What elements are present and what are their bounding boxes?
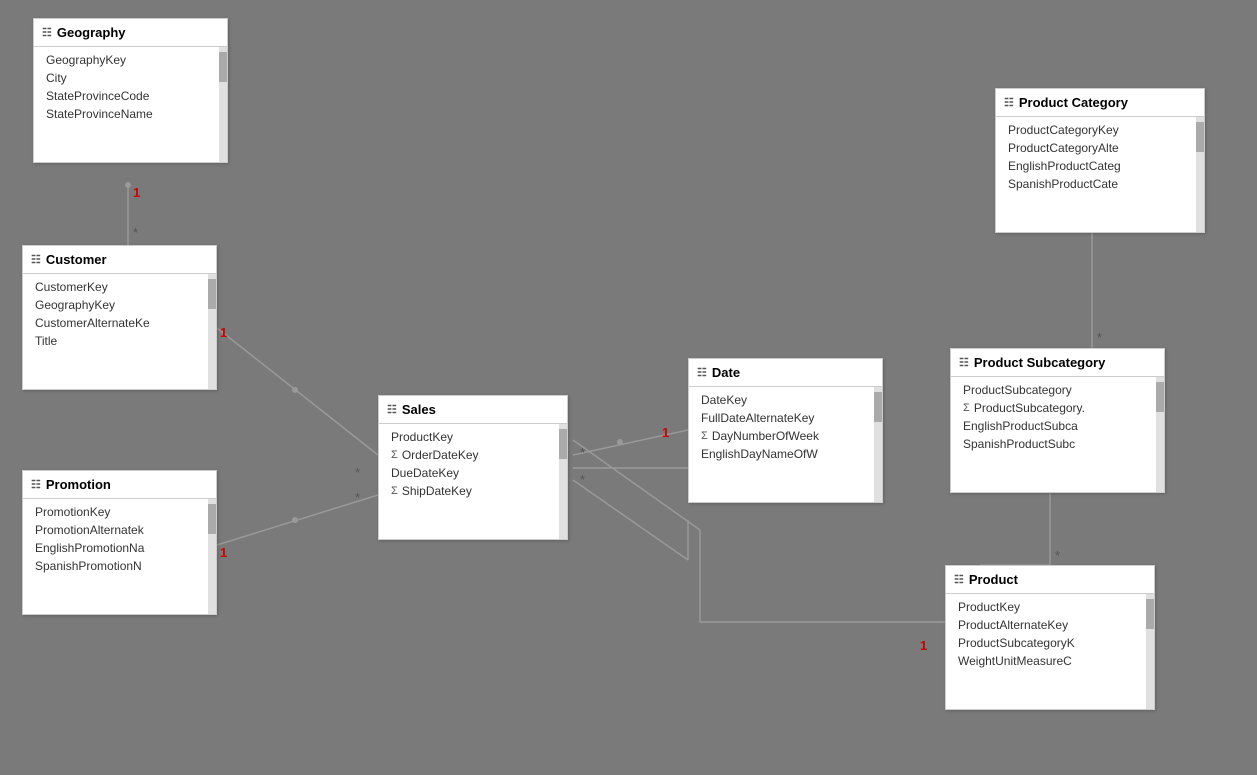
product-header: ☷ Product xyxy=(946,566,1154,594)
sales-scrollbar[interactable] xyxy=(559,424,567,539)
table-row: ΣProductSubcategory. xyxy=(951,399,1164,417)
cardinality-cust-sales-star: * xyxy=(355,465,360,480)
customer-table: ☷ Customer CustomerKey GeographyKey Cust… xyxy=(22,245,217,390)
geography-header: ☷ Geography xyxy=(34,19,227,47)
product-scrollbar[interactable] xyxy=(1146,594,1154,709)
cardinality-promo-sales-star: * xyxy=(355,490,360,505)
product-subcategory-icon: ☷ xyxy=(959,356,969,369)
product-subcategory-body: ProductSubcategory ΣProductSubcategory. … xyxy=(951,377,1164,492)
cardinality-prod-sales-1: 1 xyxy=(920,638,927,653)
table-row: SpanishPromotionN xyxy=(23,557,216,575)
table-row: PromotionAlternatek xyxy=(23,521,216,539)
sales-table: ☷ Sales ProductKey ΣOrderDateKey DueDate… xyxy=(378,395,568,540)
table-row: EnglishProductSubca xyxy=(951,417,1164,435)
table-row: StateProvinceName xyxy=(34,105,227,123)
table-row: CustomerAlternateKe xyxy=(23,314,216,332)
geography-title: Geography xyxy=(57,25,126,40)
table-row: SpanishProductSubc xyxy=(951,435,1164,453)
customer-header: ☷ Customer xyxy=(23,246,216,274)
geography-table: ☷ Geography GeographyKey City StateProvi… xyxy=(33,18,228,163)
customer-title: Customer xyxy=(46,252,107,267)
table-row: PromotionKey xyxy=(23,503,216,521)
table-row: EnglishDayNameOfW xyxy=(689,445,882,463)
sales-body: ProductKey ΣOrderDateKey DueDateKey ΣShi… xyxy=(379,424,567,539)
customer-body: CustomerKey GeographyKey CustomerAlterna… xyxy=(23,274,216,389)
date-table: ☷ Date DateKey FullDateAlternateKey ΣDay… xyxy=(688,358,883,503)
table-row: ΣShipDateKey xyxy=(379,482,567,500)
promotion-table-icon: ☷ xyxy=(31,478,41,491)
date-scrollbar[interactable] xyxy=(874,387,882,502)
product-category-table: ☷ Product Category ProductCategoryKey Pr… xyxy=(995,88,1205,233)
product-category-icon: ☷ xyxy=(1004,96,1014,109)
date-header: ☷ Date xyxy=(689,359,882,387)
table-row: GeographyKey xyxy=(23,296,216,314)
table-row: CustomerKey xyxy=(23,278,216,296)
cardinality-geo-customer-1: 1 xyxy=(133,185,140,200)
product-subcategory-table: ☷ Product Subcategory ProductSubcategory… xyxy=(950,348,1165,493)
table-row: WeightUnitMeasureC xyxy=(946,652,1154,670)
table-row: ΣDayNumberOfWeek xyxy=(689,427,882,445)
product-subcategory-scrollbar[interactable] xyxy=(1156,377,1164,492)
table-row: ProductCategoryAlte xyxy=(996,139,1204,157)
date-title: Date xyxy=(712,365,740,380)
table-row: ProductSubcategory xyxy=(951,381,1164,399)
table-row: City xyxy=(34,69,227,87)
product-table: ☷ Product ProductKey ProductAlternateKey… xyxy=(945,565,1155,710)
cardinality-sales-date-1: 1 xyxy=(662,425,669,440)
table-row: EnglishPromotionNa xyxy=(23,539,216,557)
cardinality-prodcat-subcat-star: * xyxy=(1097,330,1102,345)
cardinality-sales-date-star: * xyxy=(580,445,585,460)
cardinality-sales-date2-star: * xyxy=(580,472,585,487)
table-row: ProductKey xyxy=(379,428,567,446)
table-row: DueDateKey xyxy=(379,464,567,482)
date-body: DateKey FullDateAlternateKey ΣDayNumberO… xyxy=(689,387,882,502)
cardinality-subcat-prod-star: * xyxy=(1055,548,1060,563)
table-row: ProductAlternateKey xyxy=(946,616,1154,634)
product-category-scrollbar[interactable] xyxy=(1196,117,1204,232)
customer-scrollbar[interactable] xyxy=(208,274,216,389)
geography-scrollbar[interactable] xyxy=(219,47,227,162)
product-subcategory-title: Product Subcategory xyxy=(974,355,1105,370)
product-body: ProductKey ProductAlternateKey ProductSu… xyxy=(946,594,1154,709)
geography-body: GeographyKey City StateProvinceCode Stat… xyxy=(34,47,227,162)
table-row: ProductSubcategoryK xyxy=(946,634,1154,652)
product-table-icon: ☷ xyxy=(954,573,964,586)
geography-table-icon: ☷ xyxy=(42,26,52,39)
cardinality-geo-customer-star: * xyxy=(133,225,138,240)
product-category-header: ☷ Product Category xyxy=(996,89,1204,117)
customer-table-icon: ☷ xyxy=(31,253,41,266)
table-row: GeographyKey xyxy=(34,51,227,69)
table-row: StateProvinceCode xyxy=(34,87,227,105)
promotion-body: PromotionKey PromotionAlternatek English… xyxy=(23,499,216,614)
table-row: ΣOrderDateKey xyxy=(379,446,567,464)
sales-table-icon: ☷ xyxy=(387,403,397,416)
sales-header: ☷ Sales xyxy=(379,396,567,424)
promotion-table: ☷ Promotion PromotionKey PromotionAltern… xyxy=(22,470,217,615)
promotion-title: Promotion xyxy=(46,477,111,492)
table-row: DateKey xyxy=(689,391,882,409)
promotion-header: ☷ Promotion xyxy=(23,471,216,499)
product-title: Product xyxy=(969,572,1018,587)
product-category-title: Product Category xyxy=(1019,95,1128,110)
table-row: EnglishProductCateg xyxy=(996,157,1204,175)
cardinality-promo-sales-1: 1 xyxy=(220,545,227,560)
table-row: ProductCategoryKey xyxy=(996,121,1204,139)
table-row: SpanishProductCate xyxy=(996,175,1204,193)
sales-title: Sales xyxy=(402,402,436,417)
product-category-body: ProductCategoryKey ProductCategoryAlte E… xyxy=(996,117,1204,232)
table-row: FullDateAlternateKey xyxy=(689,409,882,427)
product-subcategory-header: ☷ Product Subcategory xyxy=(951,349,1164,377)
promotion-scrollbar[interactable] xyxy=(208,499,216,614)
table-row: Title xyxy=(23,332,216,350)
date-table-icon: ☷ xyxy=(697,366,707,379)
table-row: ProductKey xyxy=(946,598,1154,616)
cardinality-cust-sales-1: 1 xyxy=(220,325,227,340)
